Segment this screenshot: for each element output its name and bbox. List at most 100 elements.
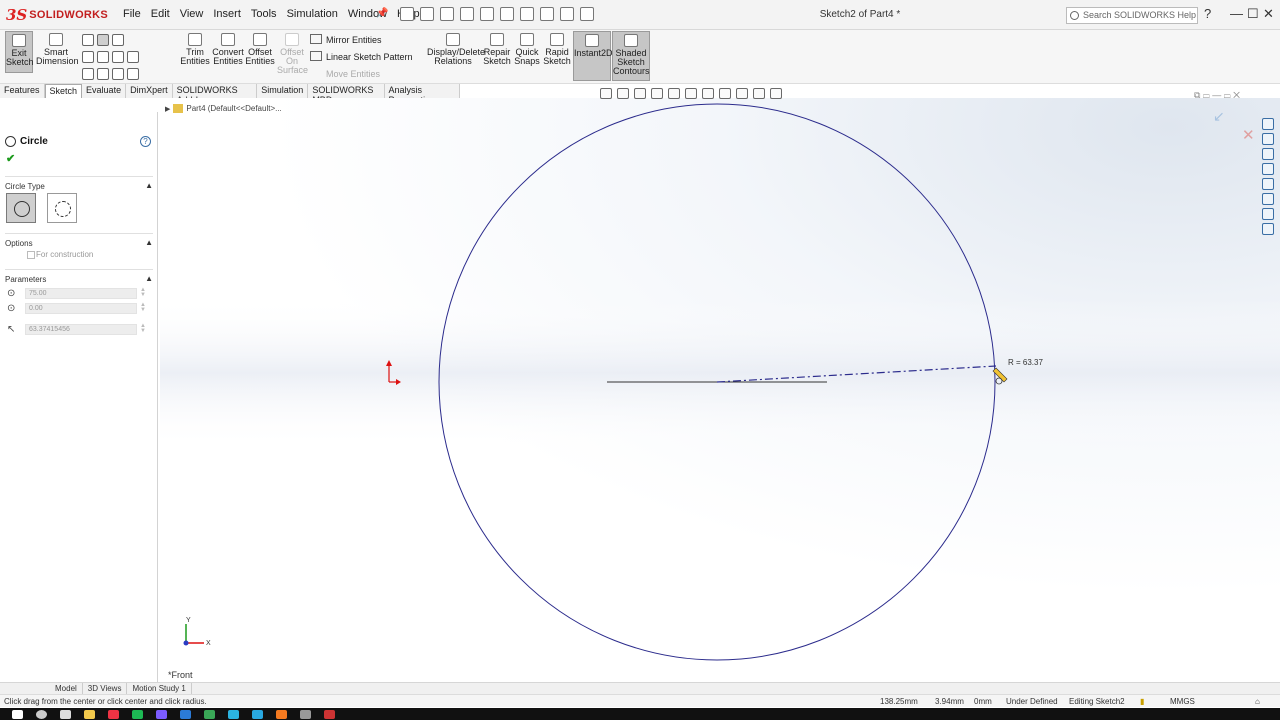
help-button[interactable]: ? [1204,6,1211,21]
unit-system[interactable]: MMGS [1170,697,1195,706]
polygon-icon[interactable] [112,51,124,63]
offset-on-surface-button[interactable]: Offset On Surface [277,31,308,77]
search-help-input[interactable]: Search SOLIDWORKS Help [1066,7,1198,24]
tab-3d-views[interactable]: 3D Views [83,683,128,694]
dynamic-annotation-icon[interactable] [668,88,680,99]
previous-view-icon[interactable] [634,88,646,99]
file-explorer-icon[interactable] [1262,163,1274,175]
collapse-chevron-icon[interactable]: ▲ [145,274,153,283]
design-library-icon[interactable] [1262,148,1274,160]
plane-icon[interactable] [127,68,139,80]
confirm-corner-cancel-icon[interactable]: ✕ [1242,126,1255,144]
close-button[interactable]: ✕ [1263,6,1274,22]
file-properties-icon[interactable] [560,7,574,21]
view-orientation-icon[interactable] [685,88,697,99]
solidworks-logo[interactable]: 3S SOLIDWORKS [6,4,108,26]
custom-properties-icon[interactable] [1262,208,1274,220]
collapse-chevron-icon[interactable]: ▲ [145,238,153,247]
spin-arrows-icon[interactable]: ▲ ▼ [140,302,146,313]
select-icon[interactable] [500,7,514,21]
expand-arrow-icon[interactable]: ▶ [165,105,170,113]
graphics-area[interactable] [160,98,1280,682]
apply-scene-icon[interactable] [753,88,765,99]
app-icon[interactable] [204,709,215,719]
rebuild-icon[interactable] [520,7,534,21]
repair-sketch-button[interactable]: Repair Sketch [482,31,512,73]
print-icon[interactable] [460,7,474,21]
zoom-to-area-icon[interactable] [617,88,629,99]
tab-motion-study-1[interactable]: Motion Study 1 [127,683,192,694]
rapid-sketch-button[interactable]: Rapid Sketch [543,31,571,73]
app-icon[interactable] [276,709,287,719]
skype-icon[interactable] [228,709,239,719]
tab-mbd[interactable]: SOLIDWORKS MBD [308,84,385,105]
solidworks-taskbar-icon[interactable] [324,709,335,719]
viewport-controls-icon[interactable]: ⧉ ▭ — ▭ ✕ [1194,90,1240,101]
confirm-corner-ok-icon[interactable]: ↙ [1213,108,1225,125]
smart-dimension-button[interactable]: Smart Dimension [36,31,79,73]
appearances-icon[interactable] [1262,193,1274,205]
zoom-to-fit-icon[interactable] [600,88,612,99]
menu-file[interactable]: File [118,8,146,20]
open-icon[interactable] [420,7,434,21]
quick-snaps-button[interactable]: Quick Snaps [514,31,540,73]
options-section[interactable]: Options ▲ [5,233,153,248]
tab-sketch[interactable]: Sketch [44,84,83,98]
app-icon[interactable] [252,709,263,719]
status-options-icon[interactable]: ⌂ [1255,697,1260,706]
display-delete-relations-button[interactable]: Display/Delete Relations [427,31,485,73]
exit-sketch-button[interactable]: Exit Sketch [5,31,34,73]
menu-tools[interactable]: Tools [246,8,282,20]
menu-insert[interactable]: Insert [208,8,246,20]
sketch-canvas[interactable] [160,98,1280,682]
circle-type-section[interactable]: Circle Type ▲ [5,176,153,191]
tab-analysis-preparation[interactable]: Analysis Preparation [384,84,460,105]
spin-arrows-icon[interactable]: ▲ ▼ [140,287,146,298]
edit-appearance-icon[interactable] [736,88,748,99]
chrome-icon[interactable] [108,709,119,719]
center-y-field[interactable]: 0.00 [25,303,137,314]
trim-entities-button[interactable]: Trim Entities [180,31,210,73]
circle-tool-icon[interactable] [97,34,109,46]
arc-icon[interactable] [97,51,109,63]
resources-icon[interactable] [1262,133,1274,145]
display-style-icon[interactable] [702,88,714,99]
parameters-section[interactable]: Parameters ▲ [5,269,153,284]
rebuild-status-icon[interactable]: ▮ [1140,697,1144,706]
fillet-icon[interactable] [97,68,109,80]
perimeter-circle-button[interactable] [47,193,77,223]
tab-addins[interactable]: SOLIDWORKS Add-Ins [172,84,258,105]
instant2d-button[interactable]: Instant2D [573,31,613,81]
home-icon[interactable] [1262,118,1274,130]
pin-icon[interactable]: 📌 [376,8,388,19]
offset-entities-button[interactable]: Offset Entities [245,31,275,73]
mirror-entities-button[interactable]: Mirror Entities [326,35,382,45]
center-x-field[interactable]: 75.00 [25,288,137,299]
slot-icon[interactable] [82,68,94,80]
file-explorer-taskbar-icon[interactable] [84,709,95,719]
for-construction-checkbox[interactable] [27,251,35,259]
app-icon[interactable] [156,709,167,719]
text-icon[interactable] [127,51,139,63]
hide-show-items-icon[interactable] [719,88,731,99]
maximize-button[interactable]: ☐ [1247,6,1259,22]
center-circle-button[interactable] [6,193,36,223]
save-icon[interactable] [440,7,454,21]
task-view-icon[interactable] [60,709,71,719]
minimize-button[interactable]: — [1230,6,1243,21]
rectangle-icon[interactable] [82,51,94,63]
spline-icon[interactable] [112,34,124,46]
app-icon[interactable] [180,709,191,719]
radius-field[interactable]: 63.37415456 [25,324,137,335]
traffic-light-icon[interactable] [540,7,554,21]
spotify-icon[interactable] [132,709,143,719]
tab-evaluate[interactable]: Evaluate [82,84,127,98]
new-document-icon[interactable] [400,7,414,21]
app-icon[interactable] [300,709,311,719]
line-icon[interactable] [82,34,94,46]
options-gear-icon[interactable] [580,7,594,21]
shaded-sketch-contours-button[interactable]: Shaded Sketch Contours [612,31,650,81]
convert-entities-button[interactable]: Convert Entities [212,31,244,73]
search-taskbar-icon[interactable] [36,709,47,719]
move-entities-button[interactable]: Move Entities [326,69,380,79]
